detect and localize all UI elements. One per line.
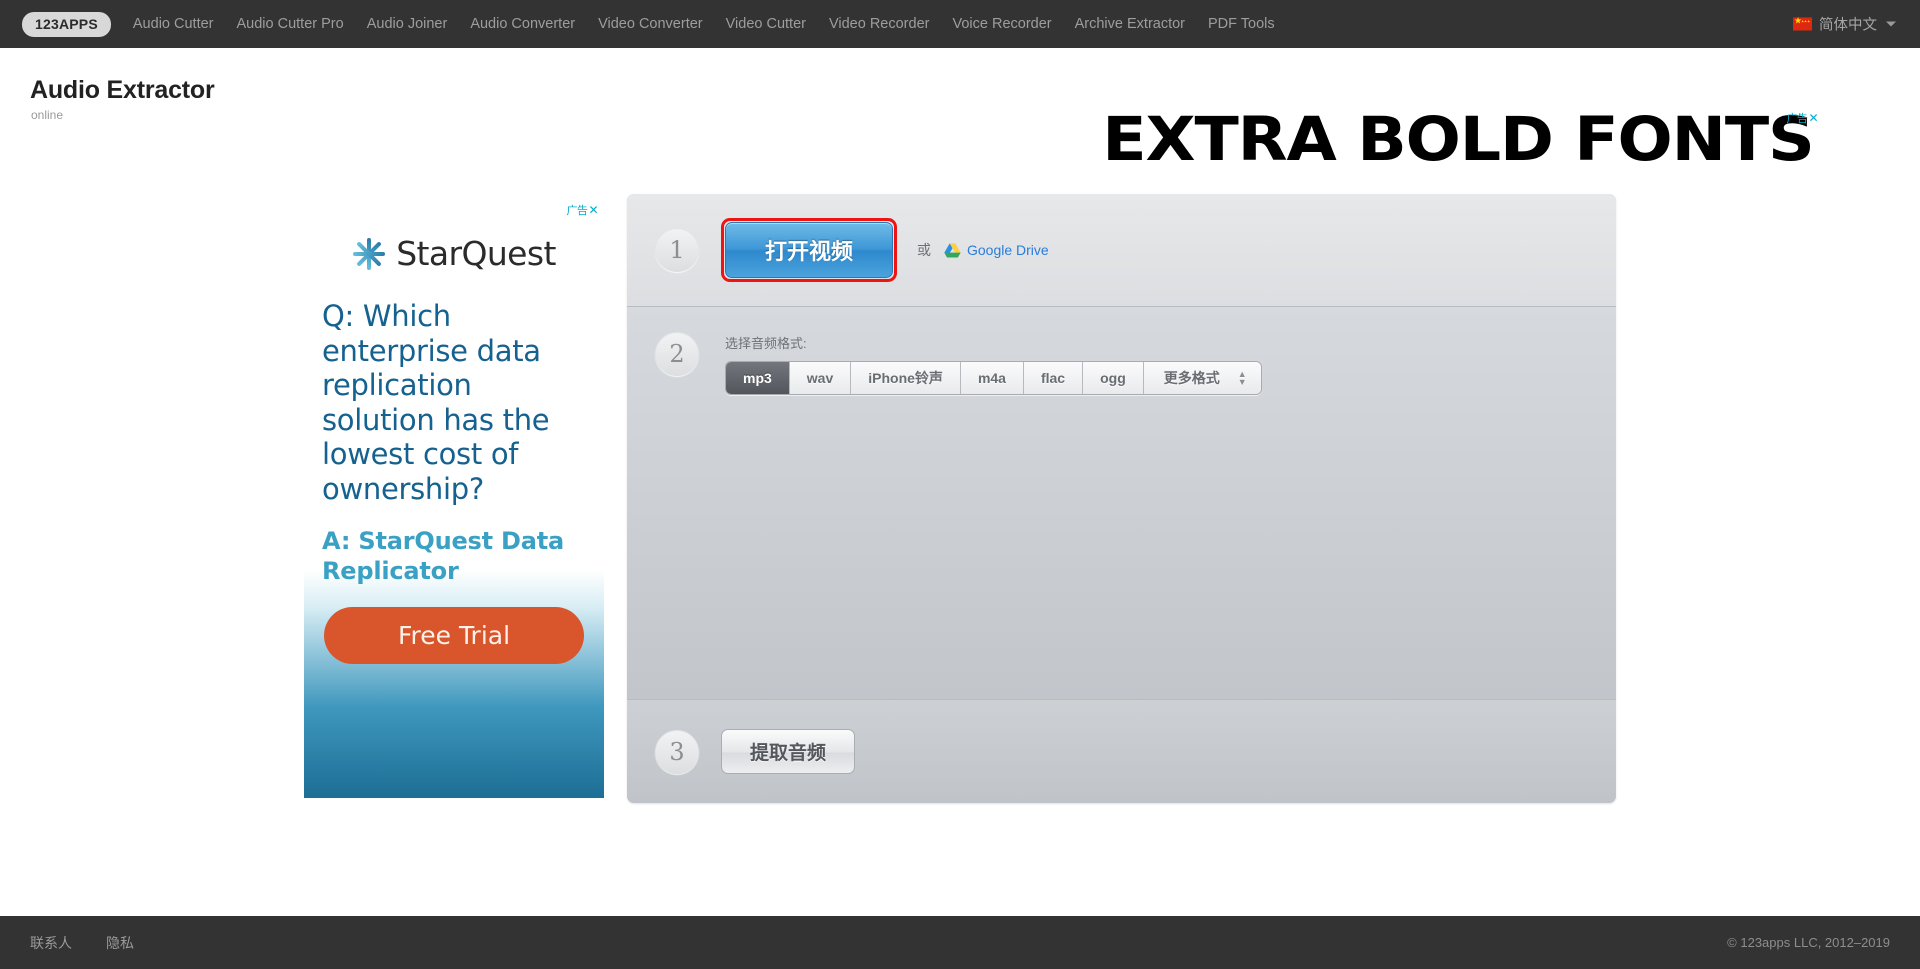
page-title: Audio Extractor <box>30 76 215 104</box>
google-drive-label: Google Drive <box>967 242 1049 258</box>
chevron-down-icon <box>1886 21 1896 27</box>
step-3-number: 3 <box>655 729 699 774</box>
step-3-row: 3 提取音频 <box>627 700 1616 803</box>
language-selector[interactable]: 简体中文 <box>1793 14 1896 35</box>
nav-item-pdf-tools[interactable]: PDF Tools <box>1208 16 1275 32</box>
format-selector: mp3 wav iPhone铃声 m4a flac ogg 更多格式 ▲ ▼ <box>725 361 1262 395</box>
extract-audio-button[interactable]: 提取音频 <box>721 729 855 774</box>
nav-item-audio-cutter[interactable]: Audio Cutter <box>133 16 214 32</box>
nav-item-video-recorder[interactable]: Video Recorder <box>829 16 930 32</box>
page-footer: 联系人 隐私 © 123apps LLC, 2012–2019 <box>0 916 1920 969</box>
sidebar-ad-answer: A: StarQuest Data Replicator <box>322 527 565 585</box>
free-trial-button[interactable]: Free Trial <box>324 607 584 664</box>
banner-ad-badge-label: 广告 <box>1786 113 1808 125</box>
format-option-iphone-ringtone[interactable]: iPhone铃声 <box>851 362 961 394</box>
audio-extractor-panel: 1 打开视频 或 Google Drive 2 选择音频格式: mp3 wav … <box>627 194 1616 803</box>
format-option-wav[interactable]: wav <box>789 362 852 394</box>
format-label: 选择音频格式: <box>725 336 807 351</box>
footer-link-contact[interactable]: 联系人 <box>30 933 72 953</box>
or-label: 或 <box>917 242 931 258</box>
nav-item-video-cutter[interactable]: Video Cutter <box>726 16 806 32</box>
step-1-number: 1 <box>655 228 699 272</box>
nav-links: Audio Cutter Audio Cutter Pro Audio Join… <box>133 16 1275 32</box>
banner-ad-badge[interactable]: 广告✕ <box>1786 110 1818 126</box>
sidebar-ad-badge[interactable]: 广告✕ <box>566 202 598 218</box>
step-2-row: 2 选择音频格式: mp3 wav iPhone铃声 m4a flac ogg … <box>627 307 1616 700</box>
starquest-asterisk-icon <box>352 237 386 271</box>
sidebar-ad-close-icon[interactable]: ✕ <box>588 203 598 217</box>
more-formats-dropdown[interactable]: 更多格式 ▲ ▼ <box>1143 362 1261 394</box>
banner-ad-close-icon[interactable]: ✕ <box>1808 111 1818 125</box>
language-label: 简体中文 <box>1819 17 1877 34</box>
nav-item-audio-joiner[interactable]: Audio Joiner <box>367 16 448 32</box>
logo-123apps[interactable]: 123APPS <box>22 11 111 37</box>
step-1-row: 1 打开视频 或 Google Drive <box>627 194 1616 307</box>
starquest-logo-row: StarQuest <box>304 198 604 273</box>
sidebar-ad-badge-label: 广告 <box>566 205 588 217</box>
format-option-mp3[interactable]: mp3 <box>726 362 790 394</box>
sidebar-ad-inner: 广告✕ StarQuest Q: Which enterprise data r… <box>304 198 604 798</box>
google-drive-link[interactable]: Google Drive <box>944 242 1049 258</box>
step-1-body: 打开视频 或 Google Drive <box>721 218 1049 282</box>
step-2-number: 2 <box>655 332 699 376</box>
open-video-highlight: 打开视频 <box>721 218 897 282</box>
sidebar-ad-question: Q: Which enterprise data replication sol… <box>322 299 550 506</box>
china-flag-icon <box>1793 15 1812 31</box>
nav-item-archive-extractor[interactable]: Archive Extractor <box>1075 16 1185 32</box>
nav-item-audio-cutter-pro[interactable]: Audio Cutter Pro <box>237 16 344 32</box>
copyright-text: © 123apps LLC, 2012–2019 <box>1727 935 1890 950</box>
nav-item-audio-converter[interactable]: Audio Converter <box>470 16 575 32</box>
stepper-arrows-icon: ▲ ▼ <box>1237 369 1247 387</box>
format-option-ogg[interactable]: ogg <box>1083 362 1144 394</box>
more-formats-label: 更多格式 <box>1163 370 1220 386</box>
google-drive-icon <box>944 242 961 258</box>
footer-link-privacy[interactable]: 隐私 <box>106 933 134 953</box>
sidebar-advertisement[interactable]: 广告✕ StarQuest Q: Which enterprise data r… <box>304 198 604 798</box>
open-video-button[interactable]: 打开视频 <box>725 222 893 278</box>
starquest-brand-name: StarQuest <box>396 234 556 273</box>
step-2-body: 选择音频格式: mp3 wav iPhone铃声 m4a flac ogg 更多… <box>725 333 1262 395</box>
page-header: Audio Extractor online 广告✕ EXTRA BOLD FO… <box>0 48 1920 200</box>
format-option-m4a[interactable]: m4a <box>960 362 1024 394</box>
page-content: 广告✕ StarQuest Q: Which enterprise data r… <box>0 161 1920 916</box>
format-option-flac[interactable]: flac <box>1023 362 1084 394</box>
top-navigation-bar: 123APPS Audio Cutter Audio Cutter Pro Au… <box>0 0 1920 48</box>
nav-item-voice-recorder[interactable]: Voice Recorder <box>952 16 1051 32</box>
nav-item-video-converter[interactable]: Video Converter <box>598 16 703 32</box>
